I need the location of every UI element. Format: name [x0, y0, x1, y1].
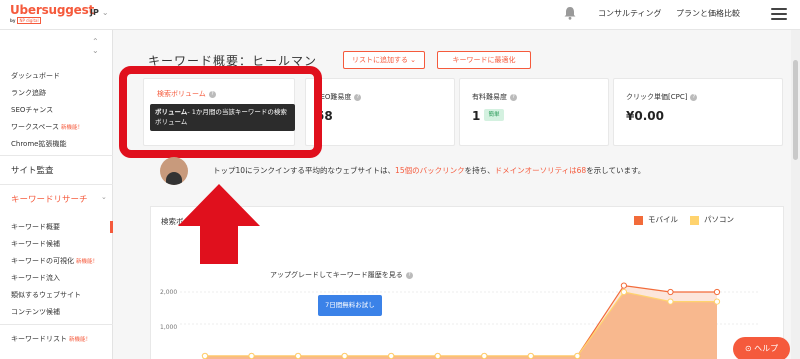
data-point[interactable] [481, 352, 488, 359]
collapse-toggle-icon[interactable]: ⌃ ⌄ [92, 37, 99, 55]
scrollbar-thumb[interactable] [793, 60, 798, 160]
difficulty-badge: 簡単 [484, 109, 504, 121]
chat-icon: ⊙ [744, 344, 755, 353]
free-trial-button[interactable]: 7日間無料お試し [318, 295, 382, 316]
sidebar-item-similar-websites[interactable]: 類似するウェブサイト [11, 290, 81, 300]
upgrade-prompt: アップグレードしてキーワード履歴を見る? [270, 270, 413, 280]
info-icon[interactable]: ? [405, 271, 413, 279]
sidebar-item-keyword-list[interactable]: キーワードリスト 新機能！ [11, 334, 91, 344]
annotation-highlight-box [119, 66, 322, 158]
data-point[interactable] [434, 352, 441, 359]
data-point[interactable] [341, 352, 348, 359]
sidebar-item-keyword-ideas[interactable]: キーワード候補 [11, 239, 60, 249]
new-badge: 新機能！ [69, 337, 92, 343]
legend-swatch [634, 215, 643, 225]
sidebar-item-seo-opportunities[interactable]: SEOチャンス [11, 105, 53, 115]
data-point[interactable] [201, 352, 209, 359]
sidebar-item-keyword-overview[interactable]: キーワード概要 [11, 222, 60, 232]
data-point[interactable] [620, 282, 628, 289]
data-point[interactable] [248, 352, 255, 359]
bell-icon[interactable] [563, 6, 577, 20]
chevron-down-icon: ⌄ [101, 193, 107, 201]
metric-card-seo-difficulty: SEO難易度? 58 [305, 78, 455, 146]
info-icon[interactable]: ? [354, 93, 362, 101]
sidebar-item-content-ideas[interactable]: コンテンツ候補 [11, 307, 60, 317]
sidebar-item-dashboard[interactable]: ダッシュボード [11, 71, 60, 81]
sidebar-item-workspace[interactable]: ワークスペース 新機能！ [11, 122, 83, 132]
info-icon[interactable]: ? [690, 93, 698, 101]
sidebar-item-site-audit[interactable]: サイト監査 [11, 164, 54, 176]
nav-pricing[interactable]: プランと価格比較 [676, 8, 740, 19]
sidebar-item-keyword-visualization[interactable]: キーワードの可視化 新機能！ [11, 256, 98, 266]
menu-icon[interactable] [771, 8, 787, 20]
metric-label: SEO難易度? [316, 92, 362, 102]
data-point[interactable] [388, 352, 395, 359]
data-point[interactable] [620, 288, 628, 296]
divider [0, 155, 113, 156]
data-point[interactable] [667, 298, 674, 305]
data-point[interactable] [294, 352, 302, 359]
metric-value: ¥0.00 [626, 109, 664, 123]
new-badge: 新機能！ [76, 259, 99, 265]
divider [0, 324, 113, 325]
sidebar-item-keyword-traffic[interactable]: キーワード流入 [11, 273, 60, 283]
series-area-desktop [205, 292, 717, 359]
insight-text: トップ10にランクインする平均的なウェブサイトは、15個のバックリンクを持ち、ド… [213, 166, 646, 175]
info-icon[interactable]: ? [510, 93, 517, 101]
sidebar-item-rank-tracking[interactable]: ランク追跡 [11, 88, 46, 98]
metric-label: 有料難易度? [472, 92, 517, 102]
top-bar: Ubersuggest by NP digital JP ⌄ コンサルティング プラ… [0, 0, 800, 30]
metric-card-paid-difficulty: 有料難易度? 1 [459, 78, 609, 146]
sidebar-item-chrome-extension[interactable]: Chrome拡張機能 [11, 139, 66, 149]
metric-label: クリック単価[CPC]? [626, 92, 698, 102]
legend-mobile[interactable]: モバイル [634, 214, 678, 225]
add-to-list-button[interactable]: リストに追加する ⌄ [343, 51, 425, 69]
legend-desktop[interactable]: パソコン [690, 214, 734, 225]
language-selector[interactable]: JP ⌄ [90, 8, 109, 17]
annotation-arrow-icon [178, 184, 260, 264]
divider [0, 184, 113, 185]
data-point[interactable] [667, 288, 674, 296]
data-point[interactable] [713, 288, 721, 296]
new-badge: 新機能！ [60, 125, 83, 131]
metric-card-cpc: クリック単価[CPC]? ¥0.00 [613, 78, 783, 146]
optimize-keyword-button[interactable]: キーワードに最適化 [437, 51, 531, 69]
brand-byline: by NP digital [10, 17, 41, 24]
data-point[interactable] [713, 298, 721, 305]
avatar [160, 157, 188, 185]
brand-logo[interactable]: Ubersuggest by NP digital [10, 3, 95, 24]
help-button[interactable]: ⊙ ヘルプ [733, 337, 790, 359]
legend-swatch [690, 215, 699, 225]
data-point[interactable] [574, 352, 581, 359]
data-point[interactable] [527, 352, 534, 359]
brand-name: Ubersuggest [10, 3, 95, 17]
metric-value: 1 [472, 109, 481, 123]
chevron-down-icon: ⌄ [101, 8, 109, 17]
nav-consulting[interactable]: コンサルティング [598, 8, 662, 19]
sidebar-item-keyword-research[interactable]: キーワードリサーチ ⌄ [11, 193, 107, 205]
